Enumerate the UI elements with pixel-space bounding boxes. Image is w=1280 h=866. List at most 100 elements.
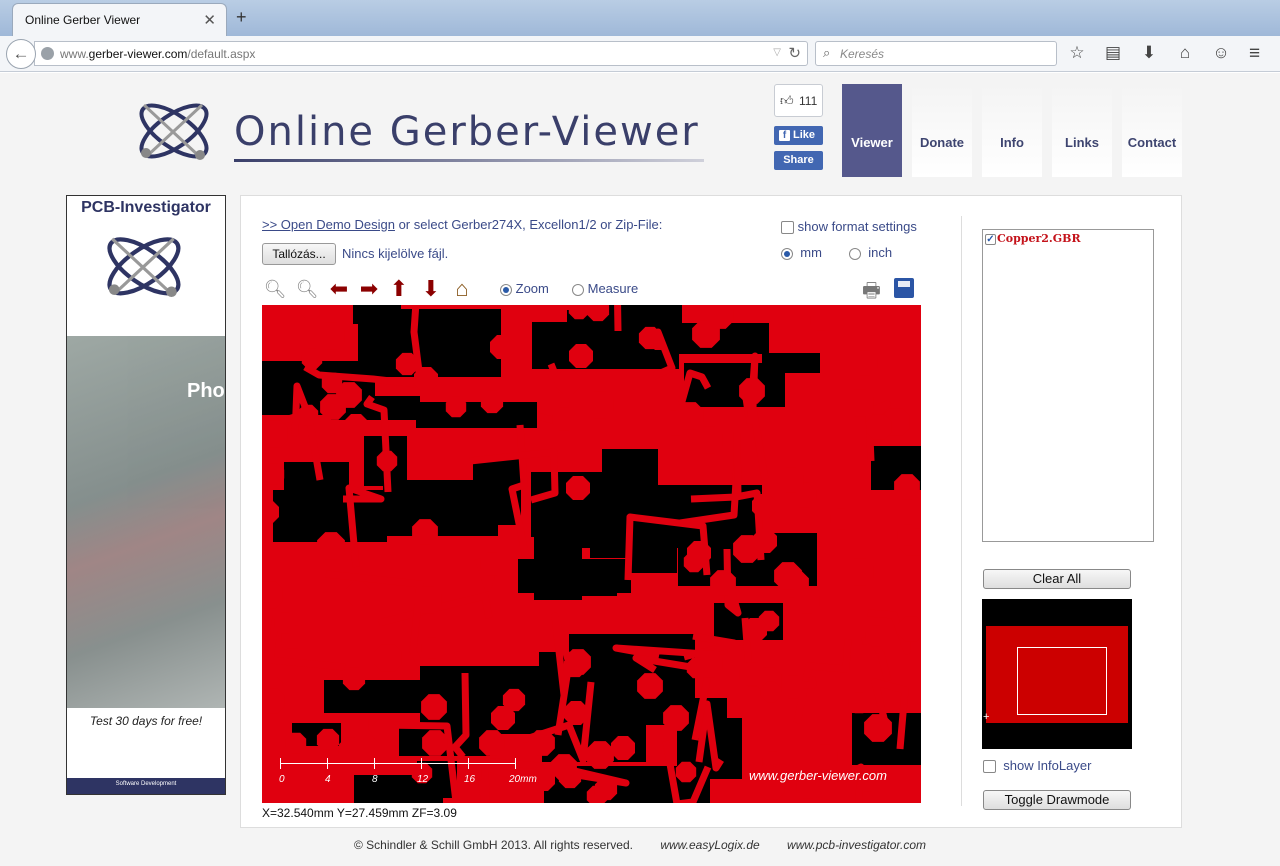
zoom-out-icon[interactable]: 🔍︎ bbox=[294, 276, 320, 302]
overview-map[interactable]: + bbox=[982, 599, 1132, 749]
nav-links[interactable]: Links bbox=[1052, 84, 1112, 177]
scale-tick bbox=[374, 758, 375, 769]
ad-photo: Pho bbox=[67, 336, 225, 708]
logo-icon bbox=[139, 103, 209, 160]
viewer-panel: >> Open Demo Design or select Gerber274X… bbox=[240, 195, 1182, 828]
show-infolayer-label: show InfoLayer bbox=[1003, 758, 1092, 773]
overview-viewport-rect[interactable] bbox=[1017, 647, 1107, 715]
ad-title: PCB-Investigator bbox=[81, 199, 211, 216]
tab-close-icon[interactable]: ✕ bbox=[203, 11, 216, 29]
unit-inch-label: inch bbox=[868, 245, 893, 260]
pcb-investigator-link[interactable]: www.pcb-investigator.com bbox=[787, 838, 926, 852]
browse-button[interactable]: Tallózás... bbox=[262, 243, 336, 265]
crosshair-icon: + bbox=[983, 711, 990, 723]
watermark: www.gerber-viewer.com bbox=[749, 768, 887, 783]
globe-icon bbox=[41, 47, 54, 60]
ad-logo-icon bbox=[107, 237, 181, 298]
fb-count: 111 bbox=[799, 94, 818, 108]
nav-contact[interactable]: Contact bbox=[1122, 84, 1182, 177]
page: Online Gerber-Viewer 👍︎ 111 f Like Share … bbox=[0, 73, 1280, 866]
format-settings-checkbox[interactable] bbox=[781, 221, 794, 235]
fb-like-button[interactable]: f Like bbox=[774, 126, 823, 145]
unit-inch-radio[interactable] bbox=[849, 247, 861, 260]
pan-down-icon[interactable]: ⬇ bbox=[418, 276, 444, 302]
scale-label: 4 bbox=[325, 774, 331, 785]
unit-inch-option[interactable]: inch bbox=[849, 245, 892, 260]
search-placeholder: Keresés bbox=[840, 47, 885, 61]
no-file-text: Nincs kijelölve fájl. bbox=[342, 246, 449, 261]
search-icon: ⌕ bbox=[823, 45, 831, 60]
tab-title: Online Gerber Viewer bbox=[25, 13, 141, 27]
home-icon[interactable]: ⌂ bbox=[1174, 43, 1196, 63]
save-icon[interactable] bbox=[894, 278, 914, 298]
mode-measure-label: Measure bbox=[587, 281, 639, 296]
scale-tick bbox=[421, 758, 422, 769]
site-title: Online Gerber-Viewer bbox=[234, 109, 700, 155]
download-icon[interactable]: ⬇ bbox=[1138, 43, 1160, 63]
mode-measure-radio[interactable] bbox=[572, 283, 584, 296]
new-tab-icon[interactable]: + bbox=[236, 7, 247, 28]
mode-zoom-radio[interactable] bbox=[500, 283, 512, 296]
layer-list[interactable]: ✓ Copper2.GBR bbox=[982, 229, 1154, 542]
thumbs-up-icon: 👍︎ bbox=[780, 93, 794, 108]
pan-up-icon[interactable]: ⬆ bbox=[386, 276, 412, 302]
bookmark-star-icon[interactable]: ☆ bbox=[1066, 43, 1088, 63]
open-demo-link[interactable]: >> Open Demo Design bbox=[262, 217, 395, 232]
scale-label: 16 bbox=[464, 774, 476, 785]
url-text: www.gerber-viewer.com/default.aspx bbox=[60, 47, 256, 61]
mode-measure-option[interactable]: Measure bbox=[572, 281, 638, 296]
layer-item[interactable]: ✓ Copper2.GBR bbox=[985, 232, 1081, 245]
format-settings-label: show format settings bbox=[797, 219, 917, 234]
scale-tick bbox=[327, 758, 328, 769]
show-infolayer-toggle[interactable]: show InfoLayer bbox=[983, 758, 1092, 774]
ad-photo-text: Pho bbox=[187, 380, 225, 402]
reading-list-icon[interactable]: ▤ bbox=[1102, 43, 1124, 63]
scale-tick bbox=[468, 758, 469, 769]
clear-all-button[interactable]: Clear All bbox=[983, 569, 1131, 589]
pcb-render bbox=[262, 305, 921, 803]
ad-footer-text: Software Development bbox=[115, 781, 177, 787]
scale-label: 8 bbox=[372, 774, 378, 785]
scale-label: 12 bbox=[417, 774, 429, 785]
toggle-drawmode-button[interactable]: Toggle Drawmode bbox=[983, 790, 1131, 810]
format-settings-toggle[interactable]: show format settings bbox=[781, 219, 917, 235]
mode-zoom-option[interactable]: Zoom bbox=[500, 281, 549, 296]
nav-info[interactable]: Info bbox=[982, 84, 1042, 177]
browser-tab-bar: Online Gerber Viewer ✕ + bbox=[0, 0, 1280, 36]
unit-mm-radio[interactable] bbox=[781, 247, 793, 260]
back-button[interactable]: ← bbox=[6, 39, 36, 69]
hamburger-menu-icon[interactable]: ≡ bbox=[1249, 43, 1260, 65]
fb-like-count: 👍︎ 111 bbox=[774, 84, 823, 117]
scale-tick bbox=[515, 758, 516, 769]
easylogix-link[interactable]: www.easyLogix.de bbox=[660, 838, 759, 852]
demo-line-text: or select Gerber274X, Excellon1/2 or Zip… bbox=[394, 217, 663, 232]
gerber-canvas[interactable]: 0 4 8 12 16 20mm www.gerber-viewer.com bbox=[262, 305, 921, 803]
nav-donate[interactable]: Donate bbox=[912, 84, 972, 177]
ad-trial-text: Test 30 days for free! bbox=[89, 714, 203, 728]
search-input[interactable]: ⌕ Keresés bbox=[815, 41, 1057, 66]
pan-left-icon[interactable]: ⬅ bbox=[326, 276, 352, 302]
unit-mm-option[interactable]: mm bbox=[781, 245, 822, 260]
zoom-in-icon[interactable]: 🔍︎ bbox=[262, 276, 288, 302]
panel-divider bbox=[961, 216, 962, 806]
pcb-investigator-ad[interactable]: PCB-Investigator Pho Test 30 days for fr… bbox=[66, 195, 226, 795]
scale-label: 20mm bbox=[509, 774, 537, 785]
url-bar[interactable]: www.gerber-viewer.com/default.aspx ▽ ↻ bbox=[34, 41, 808, 66]
site-logo[interactable]: Online Gerber-Viewer bbox=[130, 91, 710, 176]
pan-right-icon[interactable]: ➡ bbox=[356, 276, 382, 302]
home-view-icon[interactable]: ⌂ bbox=[449, 276, 475, 302]
browser-nav-bar: www.gerber-viewer.com/default.aspx ▽ ↻ ←… bbox=[0, 36, 1280, 72]
fb-share-button[interactable]: Share bbox=[774, 151, 823, 170]
demo-line: >> Open Demo Design or select Gerber274X… bbox=[262, 217, 662, 232]
browser-tab[interactable]: Online Gerber Viewer ✕ bbox=[12, 3, 227, 36]
fb-like-label: Like bbox=[793, 129, 816, 141]
chat-icon[interactable]: ☺ bbox=[1210, 43, 1232, 63]
nav-viewer[interactable]: Viewer bbox=[842, 84, 902, 177]
layer-checkbox[interactable]: ✓ bbox=[985, 233, 996, 245]
copyright-text: © Schindler & Schill GmbH 2013. All righ… bbox=[354, 838, 633, 852]
url-dropdown-icon[interactable]: ▽ bbox=[773, 47, 781, 58]
scale-bar bbox=[280, 763, 516, 764]
reload-icon[interactable]: ↻ bbox=[788, 44, 801, 62]
mode-zoom-label: Zoom bbox=[515, 281, 549, 296]
show-infolayer-checkbox[interactable] bbox=[983, 760, 996, 774]
